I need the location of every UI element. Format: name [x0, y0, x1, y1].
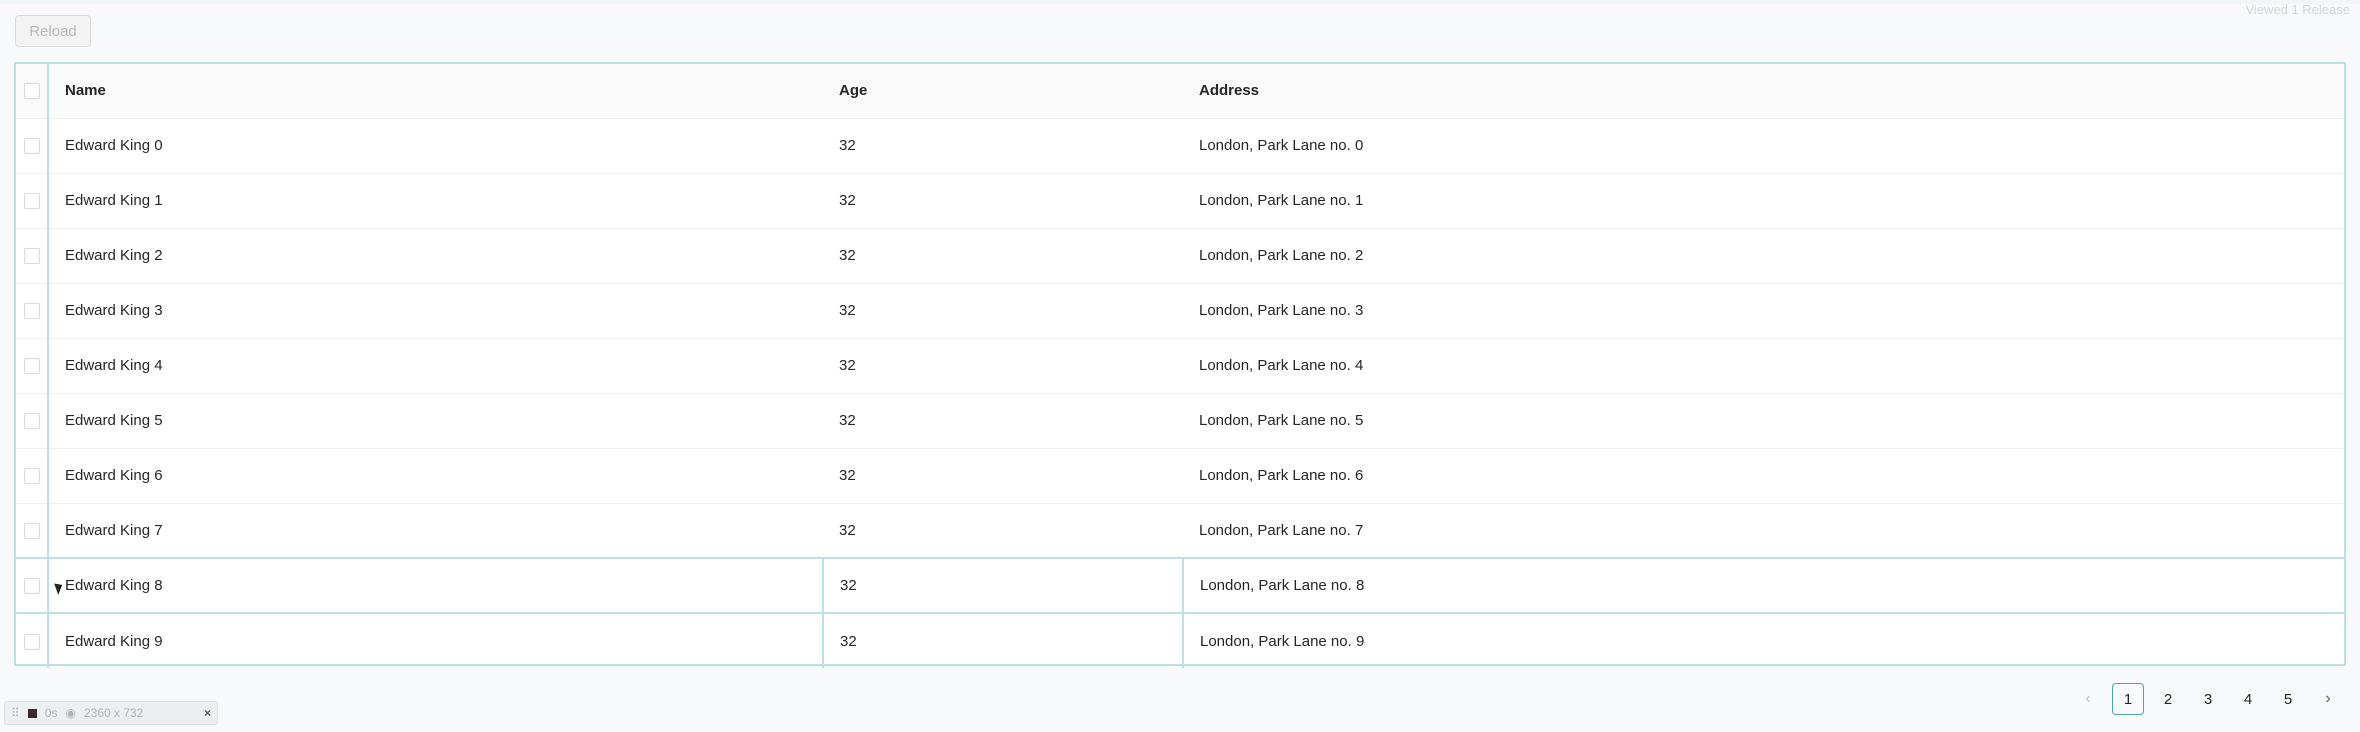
- top-bar: [0, 0, 2360, 4]
- table-row[interactable]: Edward King 5 32 London, Park Lane no. 5: [16, 392, 2344, 448]
- cell-age: 32: [823, 282, 1183, 338]
- table-row[interactable]: Edward King 7 32 London, Park Lane no. 7: [16, 502, 2344, 558]
- table-header-row: Name Age Address: [16, 64, 2344, 118]
- cell-age: 32: [823, 612, 1184, 668]
- column-header-age[interactable]: Age: [823, 64, 1183, 118]
- select-all-cell: [16, 64, 49, 118]
- reload-button[interactable]: Reload: [15, 15, 91, 47]
- cell-address: London, Park Lane no. 8: [1183, 557, 2344, 613]
- cell-age: 32: [823, 392, 1183, 448]
- column-header-address[interactable]: Address: [1183, 64, 2344, 118]
- table-row-highlighted[interactable]: Edward King 9 32 London, Park Lane no. 9: [16, 612, 2344, 668]
- row-checkbox[interactable]: [23, 578, 40, 595]
- table-row[interactable]: Edward King 6 32 London, Park Lane no. 6: [16, 447, 2344, 503]
- table-row[interactable]: Edward King 1 32 London, Park Lane no. 1: [16, 172, 2344, 228]
- record-icon[interactable]: [27, 708, 37, 718]
- cell-name: Edward King 3: [48, 282, 823, 338]
- cell-address: London, Park Lane no. 5: [1183, 392, 2344, 448]
- dev-toolbar: ⠿ 0s ◉ 2360 x 732 ×: [4, 701, 218, 725]
- cell-name: Edward King 2: [48, 227, 823, 283]
- data-table: Name Age Address Edward King 0 32 London…: [14, 62, 2346, 668]
- cell-address: London, Park Lane no. 0: [1183, 117, 2344, 173]
- row-checkbox[interactable]: [23, 303, 40, 320]
- row-checkbox[interactable]: [23, 358, 40, 375]
- row-checkbox[interactable]: [23, 468, 40, 485]
- row-checkbox[interactable]: [23, 138, 40, 155]
- cell-age: 32: [823, 447, 1183, 503]
- cell-age: 32: [823, 172, 1183, 228]
- cell-address: London, Park Lane no. 7: [1183, 502, 2344, 558]
- cell-age: 32: [823, 117, 1183, 173]
- row-checkbox[interactable]: [23, 633, 40, 650]
- cell-address: London, Park Lane no. 2: [1183, 227, 2344, 283]
- cell-name: Edward King 8: [48, 557, 824, 613]
- cell-age: 32: [823, 337, 1183, 393]
- cell-name: Edward King 0: [48, 117, 823, 173]
- page-4-button[interactable]: 4: [2232, 683, 2264, 715]
- row-checkbox[interactable]: [23, 193, 40, 210]
- cell-name: Edward King 1: [48, 172, 823, 228]
- table-row[interactable]: Edward King 2 32 London, Park Lane no. 2: [16, 227, 2344, 283]
- pagination: ‹ 1 2 3 4 5 ›: [2072, 683, 2344, 715]
- select-all-checkbox[interactable]: [23, 83, 40, 100]
- row-checkbox[interactable]: [23, 413, 40, 430]
- table-row[interactable]: Edward King 4 32 London, Park Lane no. 4: [16, 337, 2344, 393]
- next-page-icon[interactable]: ›: [2312, 683, 2344, 715]
- cell-address: London, Park Lane no. 6: [1183, 447, 2344, 503]
- table-row[interactable]: Edward King 0 32 London, Park Lane no. 0: [16, 117, 2344, 173]
- table-row[interactable]: Edward King 3 32 London, Park Lane no. 3: [16, 282, 2344, 338]
- cell-age: 32: [823, 227, 1183, 283]
- cell-name: Edward King 4: [48, 337, 823, 393]
- devbar-label: 0s: [44, 706, 58, 720]
- cell-address: London, Park Lane no. 4: [1183, 337, 2344, 393]
- row-checkbox[interactable]: [23, 248, 40, 265]
- drag-handle-icon[interactable]: ⠿: [11, 706, 20, 720]
- close-icon[interactable]: ×: [204, 706, 211, 720]
- cell-age: 32: [823, 502, 1183, 558]
- page-3-button[interactable]: 3: [2192, 683, 2224, 715]
- row-checkbox[interactable]: [23, 522, 40, 539]
- table-row-highlighted[interactable]: Edward King 8 32 London, Park Lane no. 8: [16, 557, 2344, 613]
- cell-age: 32: [823, 557, 1184, 613]
- cell-address: London, Park Lane no. 1: [1183, 172, 2344, 228]
- prev-page-icon[interactable]: ‹: [2072, 683, 2104, 715]
- watermark-text: Viewed 1 Release: [2245, 2, 2350, 17]
- page-2-button[interactable]: 2: [2152, 683, 2184, 715]
- cell-name: Edward King 7: [48, 502, 823, 558]
- cell-name: Edward King 9: [48, 612, 824, 668]
- cell-name: Edward King 5: [48, 392, 823, 448]
- devbar-size: 2360 x 732: [83, 706, 144, 720]
- cell-name: Edward King 6: [48, 447, 823, 503]
- page-1-button[interactable]: 1: [2112, 683, 2144, 715]
- cell-address: London, Park Lane no. 3: [1183, 282, 2344, 338]
- column-header-name[interactable]: Name: [48, 64, 823, 118]
- camera-icon[interactable]: ◉: [65, 706, 75, 720]
- page-5-button[interactable]: 5: [2272, 683, 2304, 715]
- cell-address: London, Park Lane no. 9: [1183, 612, 2344, 668]
